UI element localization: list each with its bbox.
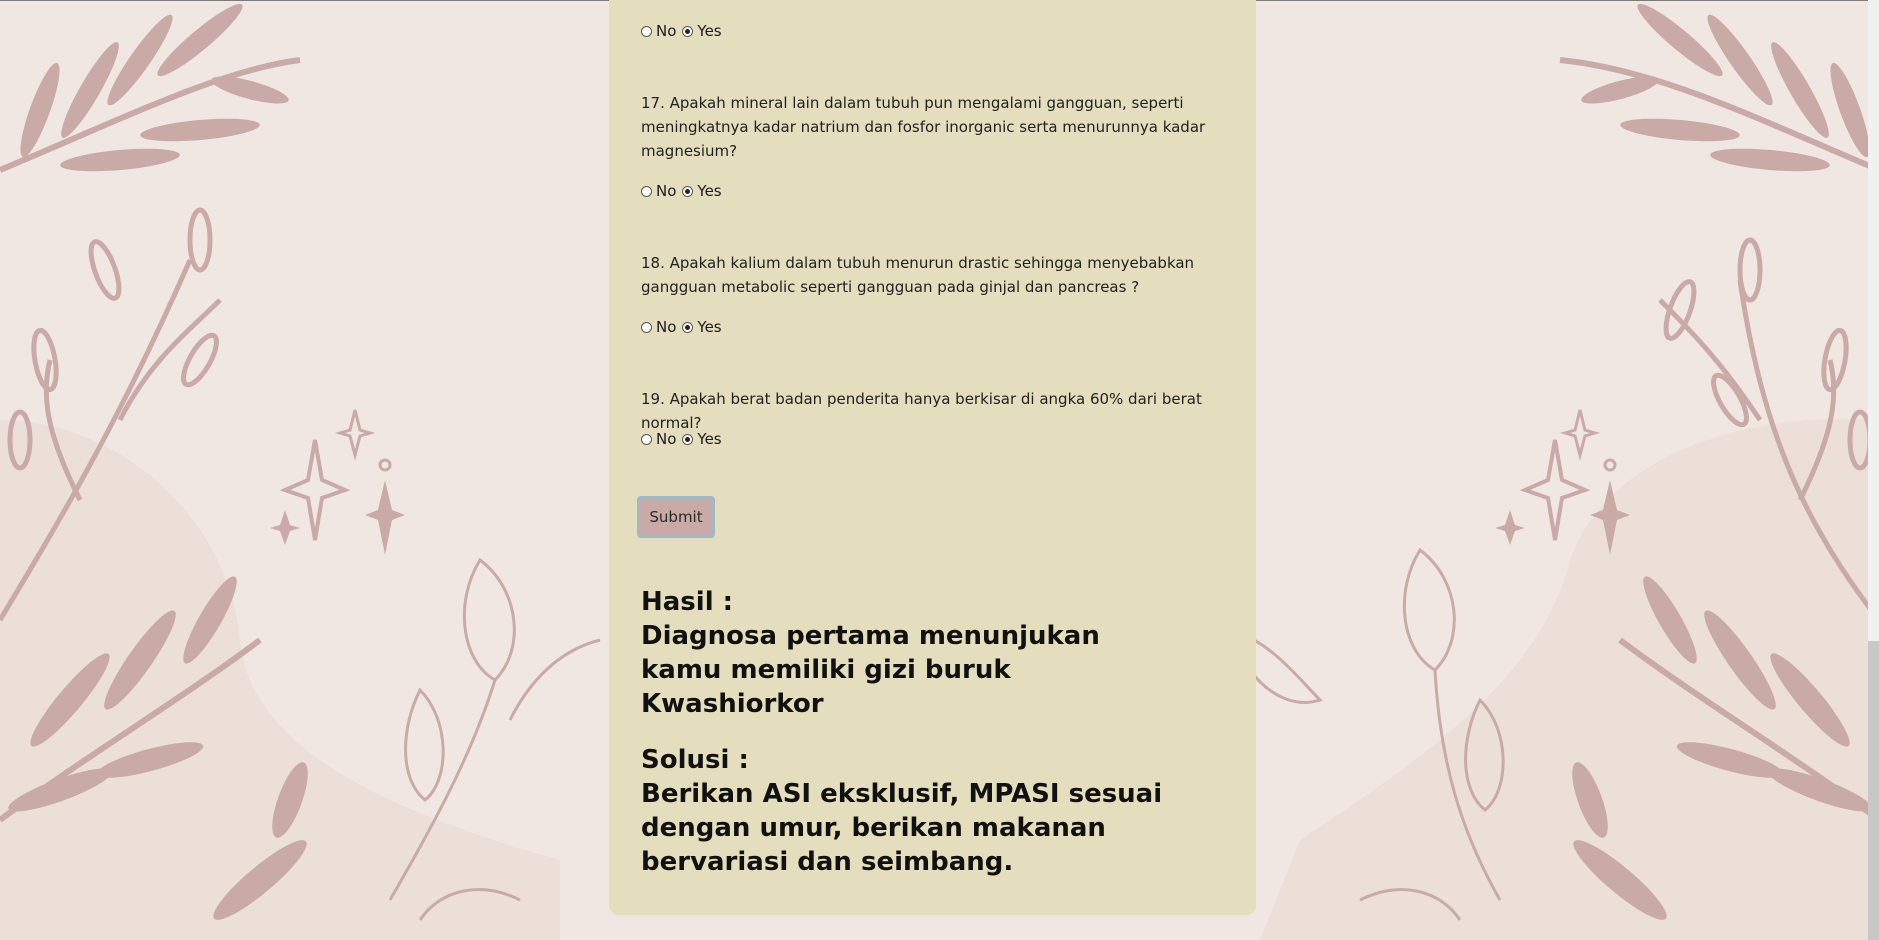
radio-no[interactable] bbox=[641, 25, 652, 37]
question-19-text: 19. Apakah berat badan penderita hanya b… bbox=[641, 390, 1202, 432]
diagnosis-text: Diagnosa pertama menunjukan kamu memilik… bbox=[641, 621, 1100, 719]
radio-yes[interactable] bbox=[682, 25, 694, 37]
result-heading: Hasil : bbox=[641, 587, 734, 617]
leaf-branch-right-top bbox=[1559, 3, 1879, 173]
answer-options-q19: No Yes bbox=[641, 429, 728, 449]
radio-yes-label: Yes bbox=[697, 22, 722, 40]
radio-no[interactable] bbox=[641, 433, 652, 445]
radio-yes[interactable] bbox=[682, 433, 694, 445]
leaf-branch-left-top bbox=[0, 3, 301, 173]
solution-text: Berikan ASI eksklusif, MPASI sesuai deng… bbox=[641, 779, 1163, 877]
question-17-text: 17. Apakah mineral lain dalam tubuh pun … bbox=[641, 94, 1206, 160]
radio-yes-label: Yes bbox=[697, 182, 722, 200]
answer-options-q16: No Yes bbox=[641, 21, 728, 41]
radio-yes-label: Yes bbox=[697, 318, 722, 336]
radio-no-label: No bbox=[656, 22, 677, 40]
radio-yes[interactable] bbox=[682, 321, 694, 333]
answer-options-q17: No Yes bbox=[641, 181, 728, 201]
radio-no[interactable] bbox=[641, 321, 652, 333]
sparkles-left bbox=[270, 409, 405, 555]
answer-options-q18: No Yes bbox=[641, 317, 728, 337]
sparkles-right bbox=[1495, 409, 1630, 555]
radio-yes-label: Yes bbox=[697, 430, 722, 448]
solution-heading: Solusi : bbox=[641, 745, 749, 775]
question-18-text: 18. Apakah kalium dalam tubuh menurun dr… bbox=[641, 254, 1195, 296]
radio-no-label: No bbox=[656, 182, 677, 200]
radio-yes[interactable] bbox=[682, 185, 694, 197]
questionnaire-panel: No Yes 17. Apakah mineral lain dalam tub… bbox=[609, 0, 1256, 915]
page-scrollbar-thumb[interactable] bbox=[1868, 641, 1879, 940]
radio-no[interactable] bbox=[641, 185, 652, 197]
submit-button[interactable]: Submit bbox=[637, 496, 715, 538]
radio-no-label: No bbox=[656, 430, 677, 448]
page-scrollbar-track[interactable] bbox=[1868, 0, 1879, 940]
radio-no-label: No bbox=[656, 318, 677, 336]
